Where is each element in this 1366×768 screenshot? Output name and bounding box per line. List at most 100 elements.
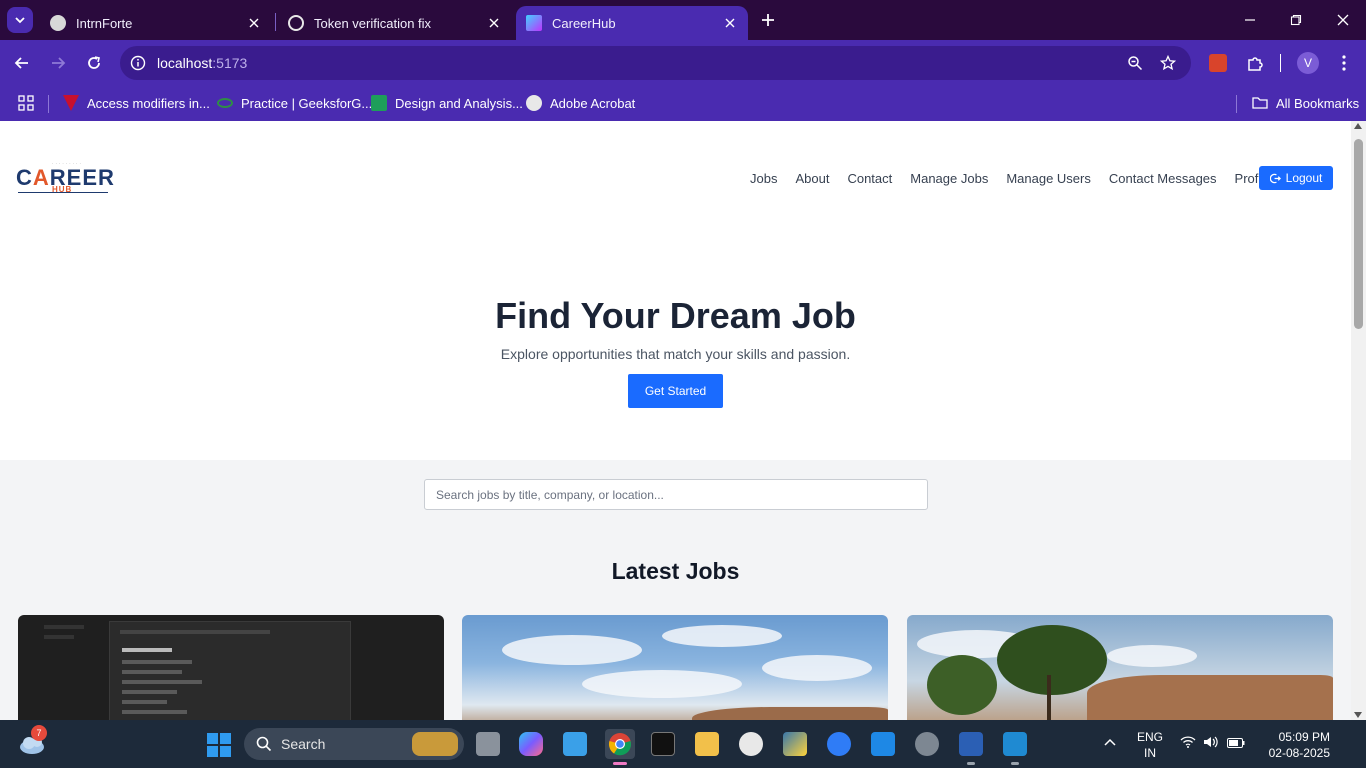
bookmark-label: Design and Analysis...: [395, 95, 523, 111]
latest-jobs-heading: Latest Jobs: [611, 558, 740, 584]
search-highlight-image: [412, 732, 458, 756]
bookmark-label: Access modifiers in...: [87, 95, 210, 111]
start-button[interactable]: [207, 733, 231, 757]
lang-code: ENG: [1136, 730, 1163, 744]
profile-button[interactable]: V: [1296, 51, 1320, 75]
tab-token-verification[interactable]: Token verification fix: [278, 6, 512, 40]
page-scrollbar[interactable]: [1351, 121, 1366, 720]
job-card-image: [109, 621, 351, 720]
reload-button[interactable]: [82, 51, 106, 75]
get-started-button[interactable]: Get Started: [628, 374, 723, 408]
hero-section: Find Your Dream Job Explore opportunitie…: [0, 235, 1351, 460]
taskbar-search-label: Search: [281, 736, 326, 752]
scroll-down-arrow[interactable]: [1354, 712, 1362, 718]
clock-date: 02-08-2025: [1268, 746, 1330, 760]
tab-careerhub[interactable]: CareerHub: [516, 6, 748, 40]
notepad-icon[interactable]: [563, 732, 587, 756]
forward-button[interactable]: [46, 51, 70, 75]
job-search-input[interactable]: [425, 480, 927, 509]
notification-badge: 7: [31, 725, 47, 741]
logout-label: Logout: [1285, 171, 1323, 185]
job-card[interactable]: [18, 615, 444, 720]
settings-icon[interactable]: [915, 732, 939, 756]
bookmark-geeksforgeeks[interactable]: Practice | GeeksforG...: [217, 93, 372, 113]
logout-button[interactable]: Logout: [1259, 166, 1333, 190]
tab-strip: IntrnForte Token verification fix Career…: [0, 0, 1366, 40]
apps-button[interactable]: [18, 93, 34, 113]
app-store-icon[interactable]: [827, 732, 851, 756]
hero-title: Find Your Dream Job: [495, 295, 856, 336]
running-app-indicator: [1011, 762, 1019, 765]
bookmark-access-modifiers[interactable]: Access modifiers in...: [63, 93, 210, 113]
bookmark-separator: [48, 95, 49, 113]
bookmark-separator: [1236, 95, 1237, 113]
scroll-thumb[interactable]: [1354, 139, 1363, 329]
url-text[interactable]: localhost:5173: [157, 55, 247, 71]
openai-icon: [288, 15, 304, 31]
kebab-menu-icon: [1342, 55, 1346, 71]
apps-grid-icon: [18, 95, 34, 111]
battery-icon[interactable]: [1227, 737, 1245, 751]
nav-about[interactable]: About: [795, 171, 829, 186]
file-explorer-icon[interactable]: [695, 732, 719, 756]
new-tab-button[interactable]: [758, 10, 778, 30]
nav-contact-messages[interactable]: Contact Messages: [1109, 171, 1217, 186]
main-nav: Jobs About Contact Manage Jobs Manage Us…: [750, 171, 1289, 186]
system-clock[interactable]: 05:09 PM 02-08-2025: [1254, 729, 1330, 761]
python-icon[interactable]: [783, 732, 807, 756]
weather-widget[interactable]: 7: [18, 725, 48, 758]
wifi-icon[interactable]: [1180, 736, 1196, 751]
clock-app-icon[interactable]: [739, 732, 763, 756]
nav-jobs[interactable]: Jobs: [750, 171, 777, 186]
nav-contact[interactable]: Contact: [847, 171, 892, 186]
all-bookmarks-button[interactable]: All Bookmarks: [1252, 93, 1359, 113]
bookmark-favicon-icon: [371, 95, 387, 111]
bookmark-adobe-acrobat[interactable]: Adobe Acrobat: [526, 93, 635, 113]
vite-icon: [526, 15, 542, 31]
minimize-button[interactable]: [1240, 10, 1260, 30]
language-indicator[interactable]: ENG IN: [1134, 729, 1166, 761]
taskbar-search[interactable]: Search: [244, 728, 464, 760]
windows-logo-icon: [207, 733, 218, 744]
mail-icon[interactable]: [871, 732, 895, 756]
back-button[interactable]: [10, 51, 34, 75]
search-icon: [256, 736, 272, 752]
address-bar[interactable]: localhost:5173: [120, 46, 1191, 80]
extension-icon[interactable]: [1206, 51, 1230, 75]
globe-icon: [50, 15, 66, 31]
copilot-icon[interactable]: [519, 732, 543, 756]
tab-title: IntrnForte: [76, 15, 133, 31]
folder-icon: [1252, 97, 1268, 109]
reload-icon: [88, 56, 100, 69]
zoom-icon[interactable]: [1126, 54, 1144, 72]
chevron-up-icon[interactable]: [1104, 736, 1116, 750]
close-icon[interactable]: [720, 13, 740, 33]
tab-intrnforte[interactable]: IntrnForte: [40, 6, 272, 40]
close-icon[interactable]: [244, 13, 264, 33]
word-icon[interactable]: [959, 732, 983, 756]
tab-search-button[interactable]: [7, 7, 33, 33]
task-view-icon[interactable]: [476, 732, 500, 756]
restore-button[interactable]: [1286, 10, 1306, 30]
running-app-indicator: [967, 762, 975, 765]
nav-manage-users[interactable]: Manage Users: [1006, 171, 1091, 186]
scroll-up-arrow[interactable]: [1354, 123, 1362, 129]
avatar: V: [1297, 52, 1319, 74]
bookmark-design-analysis[interactable]: Design and Analysis...: [371, 93, 523, 113]
star-icon[interactable]: [1159, 54, 1177, 72]
volume-icon[interactable]: [1203, 736, 1219, 751]
site-info-icon[interactable]: [130, 55, 146, 76]
bookmark-label: Practice | GeeksforG...: [241, 95, 373, 111]
job-card[interactable]: [462, 615, 888, 720]
job-card[interactable]: [907, 615, 1333, 720]
menu-button[interactable]: [1332, 51, 1356, 75]
close-window-button[interactable]: [1333, 10, 1353, 30]
puzzle-icon[interactable]: [1243, 51, 1267, 75]
chrome-app[interactable]: [605, 729, 635, 759]
vscode-icon[interactable]: [1003, 732, 1027, 756]
close-icon[interactable]: [484, 13, 504, 33]
nav-manage-jobs[interactable]: Manage Jobs: [910, 171, 988, 186]
careerhub-logo[interactable]: · · · · · · · · · CAREER HUB: [16, 161, 114, 195]
active-app-indicator: [613, 762, 627, 765]
terminal-icon[interactable]: [651, 732, 675, 756]
